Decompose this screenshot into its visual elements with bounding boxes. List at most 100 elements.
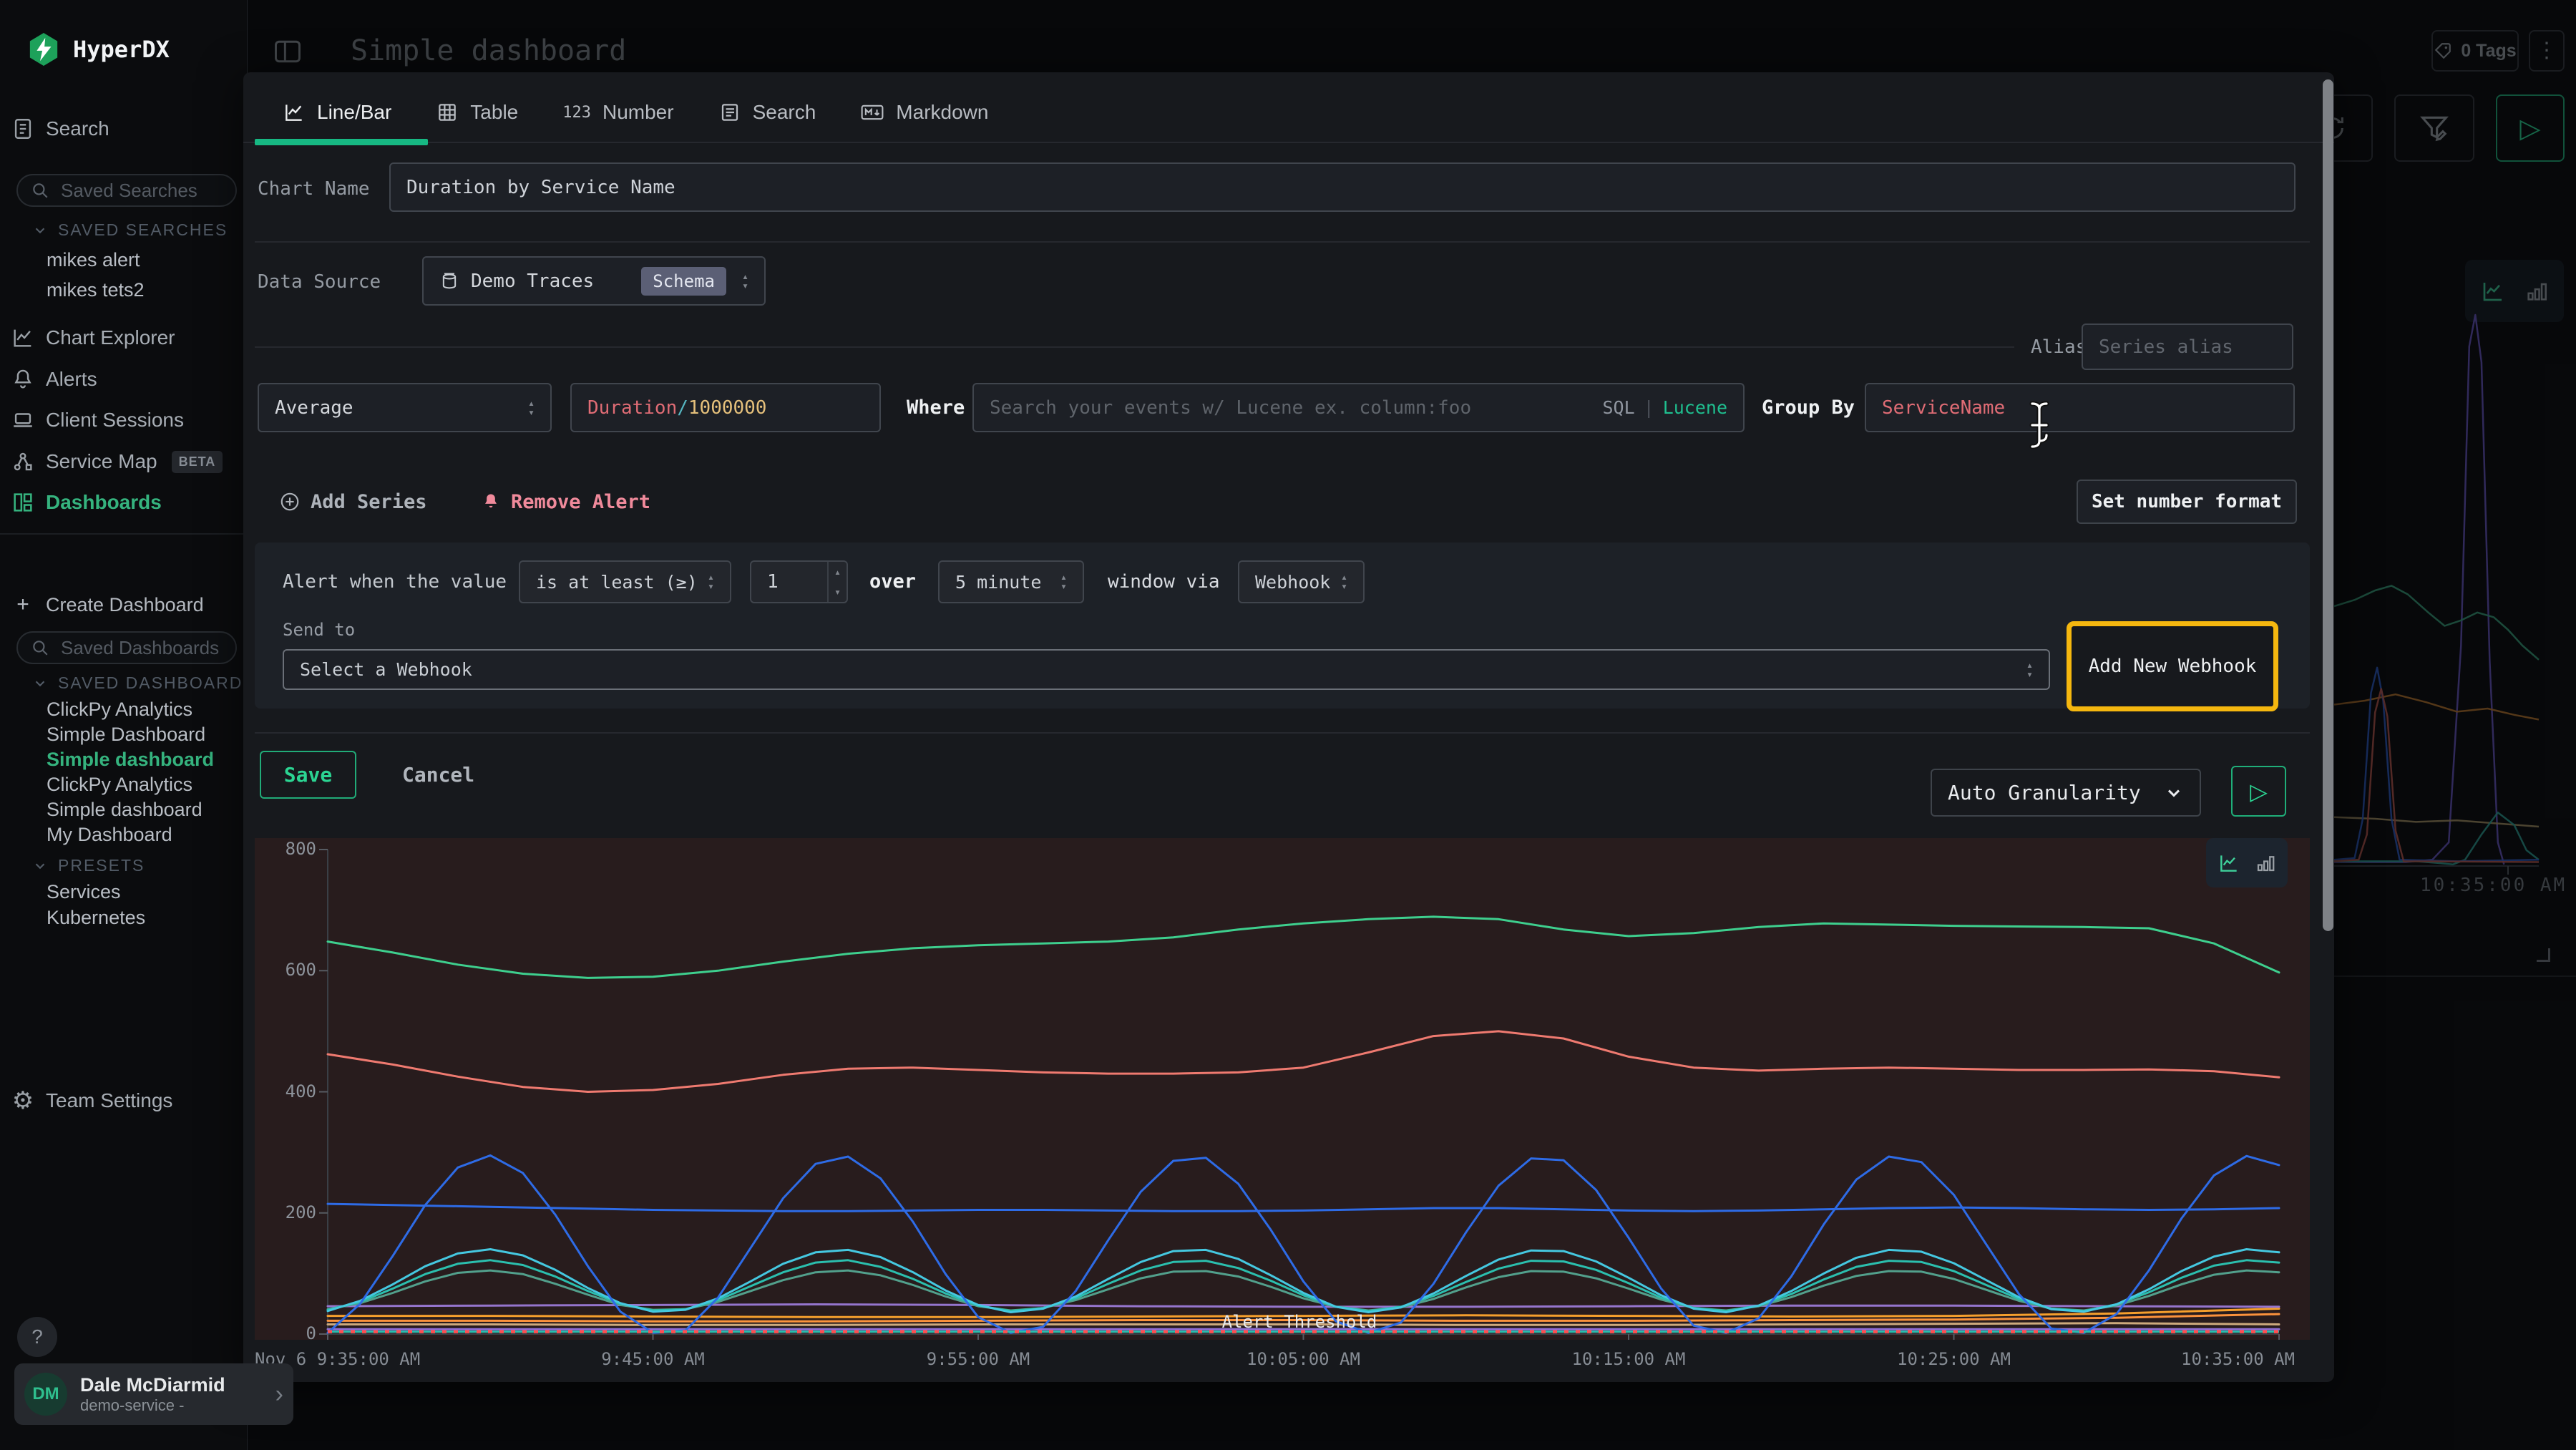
sidebar-item-alerts[interactable]: Alerts <box>0 362 247 396</box>
active-tab-underline <box>255 139 428 145</box>
sidebar-item-client-sessions[interactable]: Client Sessions <box>0 403 247 437</box>
chart-name-label: Chart Name <box>258 178 370 200</box>
beta-badge: BETA <box>172 451 223 473</box>
preset-item[interactable]: Kubernetes <box>47 907 145 929</box>
avatar-initials: DM <box>32 1384 59 1404</box>
add-series-button[interactable]: Add Series <box>279 480 427 524</box>
tab-markdown[interactable]: Markdown <box>860 101 988 124</box>
series-green <box>328 917 2279 978</box>
sidebar-item-search[interactable]: Search <box>0 112 247 146</box>
webhook-select[interactable]: Select a Webhook ▴▾ <box>283 649 2050 690</box>
circle-plus-icon <box>279 491 301 512</box>
user-card[interactable]: DM Dale McDiarmid demo-service - › <box>14 1363 293 1425</box>
saved-dashboards-input[interactable] <box>59 636 227 660</box>
create-dashboard-label: Create Dashboard <box>46 594 204 616</box>
saved-dashboard-item-active[interactable]: Simple dashboard <box>47 749 214 771</box>
chart-name-input[interactable] <box>389 162 2296 212</box>
add-webhook-highlight: Add New Webhook <box>2067 621 2278 711</box>
alert-window-select[interactable]: 5 minute ▴▾ <box>938 560 1084 603</box>
saved-dashboard-item[interactable]: ClickPy Analytics <box>47 699 192 721</box>
tab-line-bar[interactable]: Line/Bar <box>283 101 391 124</box>
cancel-button[interactable]: Cancel <box>402 751 474 799</box>
alert-over-label: over <box>869 560 916 603</box>
alert-condition-select[interactable]: is at least (≥) ▴▾ <box>519 560 731 603</box>
add-new-webhook-button[interactable]: Add New Webhook <box>2072 626 2273 706</box>
save-button[interactable]: Save <box>260 751 356 799</box>
saved-dashboard-item[interactable]: ClickPy Analytics <box>47 774 192 796</box>
group-by-input[interactable]: ServiceName <box>1865 383 2295 432</box>
tab-search[interactable]: Search <box>718 101 816 124</box>
saved-dashboards-search[interactable] <box>16 631 237 664</box>
granularity-select[interactable]: Auto Granularity <box>1931 769 2201 817</box>
presets-header[interactable]: PRESETS <box>32 856 145 875</box>
section-label: SAVED DASHBOARDS <box>58 673 255 693</box>
saved-dashboards-header[interactable]: SAVED DASHBOARDS <box>32 673 255 693</box>
add-new-webhook-label: Add New Webhook <box>2089 656 2257 677</box>
x-axis-labels: Nov 6 9:35:00 AM9:45:00 AM9:55:00 AM10:0… <box>255 1349 2310 1375</box>
window-value: 5 minute <box>955 572 1041 593</box>
sidebar-item-service-map[interactable]: Service Map BETA <box>0 444 247 479</box>
create-dashboard-button[interactable]: + Create Dashboard <box>0 588 247 622</box>
data-source-select[interactable]: Demo Traces Schema ▴▾ <box>422 256 766 306</box>
preview-run-button[interactable]: ▷ <box>2231 766 2286 817</box>
search-icon <box>31 638 49 657</box>
y-tick-label: 800 <box>255 839 316 859</box>
set-number-format-button[interactable]: Set number format <box>2077 480 2297 524</box>
aggregation-select[interactable]: Average ▴▾ <box>258 383 552 432</box>
x-tick-label: 10:15:00 AM <box>1543 1349 1714 1369</box>
select-chevrons-icon: ▴▾ <box>742 272 748 291</box>
search-list-icon <box>718 101 741 124</box>
field-expression-input[interactable]: Duration/1000000 <box>570 383 881 432</box>
where-search-input[interactable]: Search your events w/ Lucene ex. column:… <box>972 383 1745 432</box>
select-chevrons-icon: ▴▾ <box>2026 661 2033 679</box>
line-chart-icon <box>283 101 306 124</box>
add-series-label: Add Series <box>311 491 427 513</box>
tab-number[interactable]: 123 Number <box>562 101 673 124</box>
tab-table[interactable]: Table <box>436 101 518 124</box>
aggregation-value: Average <box>275 397 353 419</box>
webhook-placeholder: Select a Webhook <box>300 659 472 680</box>
alias-input[interactable] <box>2082 323 2293 370</box>
saved-searches-search[interactable] <box>16 174 237 207</box>
alert-suffix-label: window via <box>1108 560 1220 603</box>
tab-label: Line/Bar <box>317 101 391 124</box>
sidebar-item-chart-explorer[interactable]: Chart Explorer <box>0 321 247 355</box>
brand[interactable]: HyperDX <box>27 31 170 67</box>
saved-searches-input[interactable] <box>59 179 227 203</box>
chart-type-tabs: Line/Bar Table 123 Number Search <box>283 87 988 138</box>
chevron-down-icon <box>32 676 48 691</box>
modal-scrollbar[interactable] <box>2323 79 2333 931</box>
chart-preview: Alert Threshold 0200400600800 <box>255 838 2310 1340</box>
table-icon <box>436 101 459 124</box>
bar-chart-icon <box>2255 852 2276 874</box>
line-chart-icon <box>2218 852 2240 875</box>
saved-dashboard-item[interactable]: Simple dashboard <box>47 799 203 821</box>
sidebar-item-label: Service Map <box>46 450 157 473</box>
alert-channel-select[interactable]: Webhook ▴▾ <box>1238 560 1365 603</box>
saved-searches-header[interactable]: SAVED SEARCHES <box>32 220 228 240</box>
preview-chart-type-toggle[interactable] <box>2206 838 2288 887</box>
tab-label: Table <box>470 101 518 124</box>
saved-dashboard-item[interactable]: Simple Dashboard <box>47 724 205 746</box>
remove-alert-button[interactable]: Remove Alert <box>481 480 650 524</box>
sql-toggle[interactable]: SQL <box>1602 397 1634 418</box>
stepper-arrows-icon[interactable]: ▴▾ <box>827 562 847 602</box>
lucene-toggle[interactable]: Lucene <box>1663 397 1727 418</box>
section-divider <box>255 241 2310 243</box>
x-tick-label: 9:45:00 AM <box>567 1349 739 1369</box>
sidebar-item-dashboards[interactable]: Dashboards <box>0 485 247 520</box>
alert-threshold-stepper[interactable]: 1 ▴▾ <box>750 560 848 603</box>
select-chevrons-icon: ▴▾ <box>708 573 714 591</box>
preset-item[interactable]: Services <box>47 881 121 903</box>
alert-threshold-label: Alert Threshold <box>1206 1312 1392 1332</box>
x-tick-label: 10:05:00 AM <box>1218 1349 1390 1369</box>
saved-dashboard-item[interactable]: My Dashboard <box>47 824 172 846</box>
saved-search-item[interactable]: mikes alert <box>47 249 140 271</box>
sidebar-item-team-settings[interactable]: ⚙ Team Settings <box>0 1084 247 1118</box>
save-label: Save <box>284 763 332 787</box>
saved-search-item[interactable]: mikes tets2 <box>47 279 145 301</box>
send-to-label: Send to <box>283 620 355 640</box>
slash-token: / <box>677 397 688 419</box>
avatar: DM <box>24 1373 67 1416</box>
help-button[interactable]: ? <box>17 1317 57 1357</box>
